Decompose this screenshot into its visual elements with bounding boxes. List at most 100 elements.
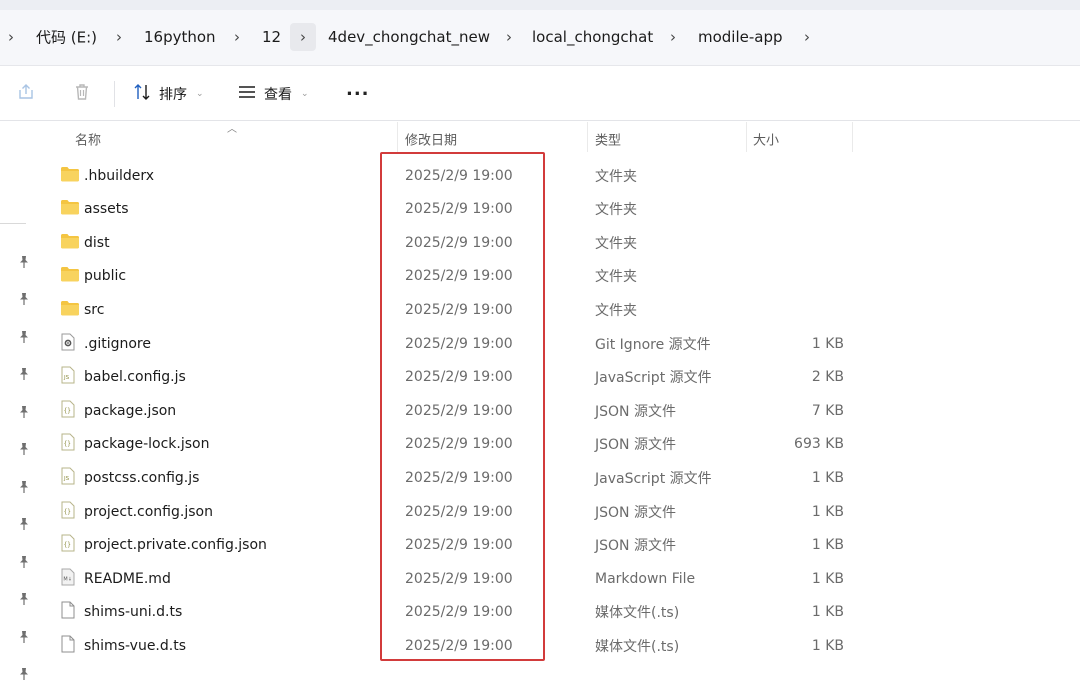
file-modified-date: 2025/2/9 19:00	[405, 436, 513, 453]
chevron-right-icon[interactable]: ›	[506, 28, 512, 46]
file-row[interactable]: assets 2025/2/9 19:00 文件夹	[40, 193, 1080, 226]
file-modified-date: 2025/2/9 19:00	[405, 369, 513, 386]
pin-icon[interactable]	[17, 630, 31, 644]
file-modified-date: 2025/2/9 19:00	[405, 201, 513, 218]
file-type: 文件夹	[595, 302, 637, 319]
file-row[interactable]: JS babel.config.js 2025/2/9 19:00 JavaScrip…	[40, 361, 1080, 394]
address-bar[interactable]: › 代码 (E:) › 16python › 12 › 4dev_chongch…	[0, 10, 1080, 66]
more-options-button[interactable]: ···	[346, 84, 370, 105]
breadcrumb-item-drive[interactable]: 代码 (E:)	[36, 27, 97, 48]
file-type: 媒体文件(.ts)	[595, 605, 680, 622]
delete-icon[interactable]	[72, 82, 92, 106]
pin-icon[interactable]	[17, 517, 31, 531]
column-size[interactable]: 大小	[753, 130, 779, 149]
svg-text:{}: {}	[64, 542, 71, 549]
file-row[interactable]: shims-vue.d.ts 2025/2/9 19:00 媒体文件(.ts) 1 K…	[40, 629, 1080, 662]
share-icon[interactable]	[16, 82, 36, 106]
file-modified-date: 2025/2/9 19:00	[405, 301, 513, 318]
view-button[interactable]: 查看 ⌄	[237, 82, 309, 106]
file-row[interactable]: {} project.config.json 2025/2/9 19:00 JSON …	[40, 495, 1080, 528]
file-row[interactable]: .hbuilderx 2025/2/9 19:00 文件夹	[40, 159, 1080, 192]
file-row[interactable]: shims-uni.d.ts 2025/2/9 19:00 媒体文件(.ts) 1 K…	[40, 596, 1080, 629]
chevron-right-icon[interactable]: ›	[116, 28, 122, 46]
chevron-down-icon: ⌄	[196, 89, 204, 99]
breadcrumb-item-4dev[interactable]: 4dev_chongchat_new	[328, 28, 490, 46]
pin-icon[interactable]	[17, 480, 31, 494]
file-row[interactable]: {} package.json 2025/2/9 19:00 JSON 源文件 7 KB	[40, 394, 1080, 427]
file-size: 693 KB	[794, 436, 844, 453]
breadcrumb-item-modile-app[interactable]: modile-app	[698, 28, 783, 46]
file-name: public	[84, 268, 127, 285]
pane-divider	[0, 223, 26, 224]
pin-icon[interactable]	[17, 592, 31, 606]
file-modified-date: 2025/2/9 19:00	[405, 234, 513, 251]
file-size: 1 KB	[811, 537, 844, 554]
file-modified-date: 2025/2/9 19:00	[405, 402, 513, 419]
file-type: JSON 源文件	[595, 403, 676, 420]
pin-icon[interactable]	[17, 330, 31, 344]
pin-icon[interactable]	[17, 442, 31, 456]
chevron-right-icon[interactable]: ›	[234, 28, 240, 46]
file-modified-date: 2025/2/9 19:00	[405, 570, 513, 587]
file-row[interactable]: .gitignore 2025/2/9 19:00 Git Ignore 源文件 1 …	[40, 327, 1080, 360]
file-type: JSON 源文件	[595, 538, 676, 555]
pin-icon[interactable]	[17, 255, 31, 269]
file-name: package-lock.json	[84, 436, 210, 453]
json-file-icon: {}	[60, 433, 76, 455]
file-size: 1 KB	[811, 604, 844, 621]
file-name: assets	[84, 201, 129, 218]
file-modified-date: 2025/2/9 19:00	[405, 469, 513, 486]
breadcrumb-item-16python[interactable]: 16python	[144, 28, 216, 46]
sort-button[interactable]: 排序 ⌄	[132, 82, 204, 106]
file-name: project.config.json	[84, 503, 213, 520]
file-type: 媒体文件(.ts)	[595, 638, 680, 655]
json-file-icon: {}	[60, 501, 76, 523]
file-type: JSON 源文件	[595, 437, 676, 454]
pin-icon[interactable]	[17, 555, 31, 569]
toolbar-divider	[114, 81, 115, 107]
column-name[interactable]: 名称	[75, 130, 101, 149]
pin-icon[interactable]	[17, 367, 31, 381]
chevron-right-icon[interactable]: ›	[290, 23, 316, 51]
column-divider[interactable]	[852, 122, 853, 152]
column-divider[interactable]	[587, 122, 588, 152]
folder-icon	[60, 265, 80, 287]
folder-icon	[60, 198, 80, 220]
file-modified-date: 2025/2/9 19:00	[405, 335, 513, 352]
breadcrumb-item-12[interactable]: 12	[262, 28, 281, 46]
chevron-right-icon[interactable]: ›	[804, 28, 810, 46]
file-row[interactable]: {} project.private.config.json 2025/2/9 19…	[40, 529, 1080, 562]
pin-icon[interactable]	[17, 292, 31, 306]
js-file-icon: JS	[60, 467, 76, 489]
command-bar: 排序 ⌄ 查看 ⌄ ···	[0, 67, 1080, 121]
file-row[interactable]: M↓ README.md 2025/2/9 19:00 Markdown File 1 …	[40, 562, 1080, 595]
svg-text:JS: JS	[63, 375, 70, 381]
view-label: 查看	[264, 87, 292, 103]
chevron-down-icon: ⌄	[301, 89, 309, 99]
pin-icon[interactable]	[17, 667, 31, 681]
pin-icon[interactable]	[17, 405, 31, 419]
file-type: Git Ignore 源文件	[595, 336, 711, 353]
json-file-icon: {}	[60, 400, 76, 422]
folder-icon	[60, 165, 80, 187]
blank-file-icon	[60, 601, 76, 623]
file-row[interactable]: {} package-lock.json 2025/2/9 19:00 JSON 源文…	[40, 428, 1080, 461]
view-list-icon	[237, 82, 257, 106]
markdown-file-icon: M↓	[60, 568, 76, 590]
chevron-right-icon[interactable]: ›	[670, 28, 676, 46]
svg-text:JS: JS	[63, 476, 70, 482]
file-row[interactable]: src 2025/2/9 19:00 文件夹	[40, 293, 1080, 326]
file-type: JavaScript 源文件	[595, 470, 712, 487]
column-modified[interactable]: 修改日期	[405, 130, 457, 149]
chevron-right-icon[interactable]: ›	[8, 28, 14, 46]
file-name: .gitignore	[84, 335, 151, 352]
folder-icon	[60, 299, 80, 321]
file-row[interactable]: dist 2025/2/9 19:00 文件夹	[40, 226, 1080, 259]
breadcrumb-item-local-chongchat[interactable]: local_chongchat	[532, 28, 653, 46]
column-divider[interactable]	[746, 122, 747, 152]
file-row[interactable]: public 2025/2/9 19:00 文件夹	[40, 260, 1080, 293]
file-modified-date: 2025/2/9 19:00	[405, 637, 513, 654]
file-row[interactable]: JS postcss.config.js 2025/2/9 19:00 JavaScr…	[40, 461, 1080, 494]
column-type[interactable]: 类型	[595, 130, 621, 149]
column-divider[interactable]	[397, 122, 398, 152]
